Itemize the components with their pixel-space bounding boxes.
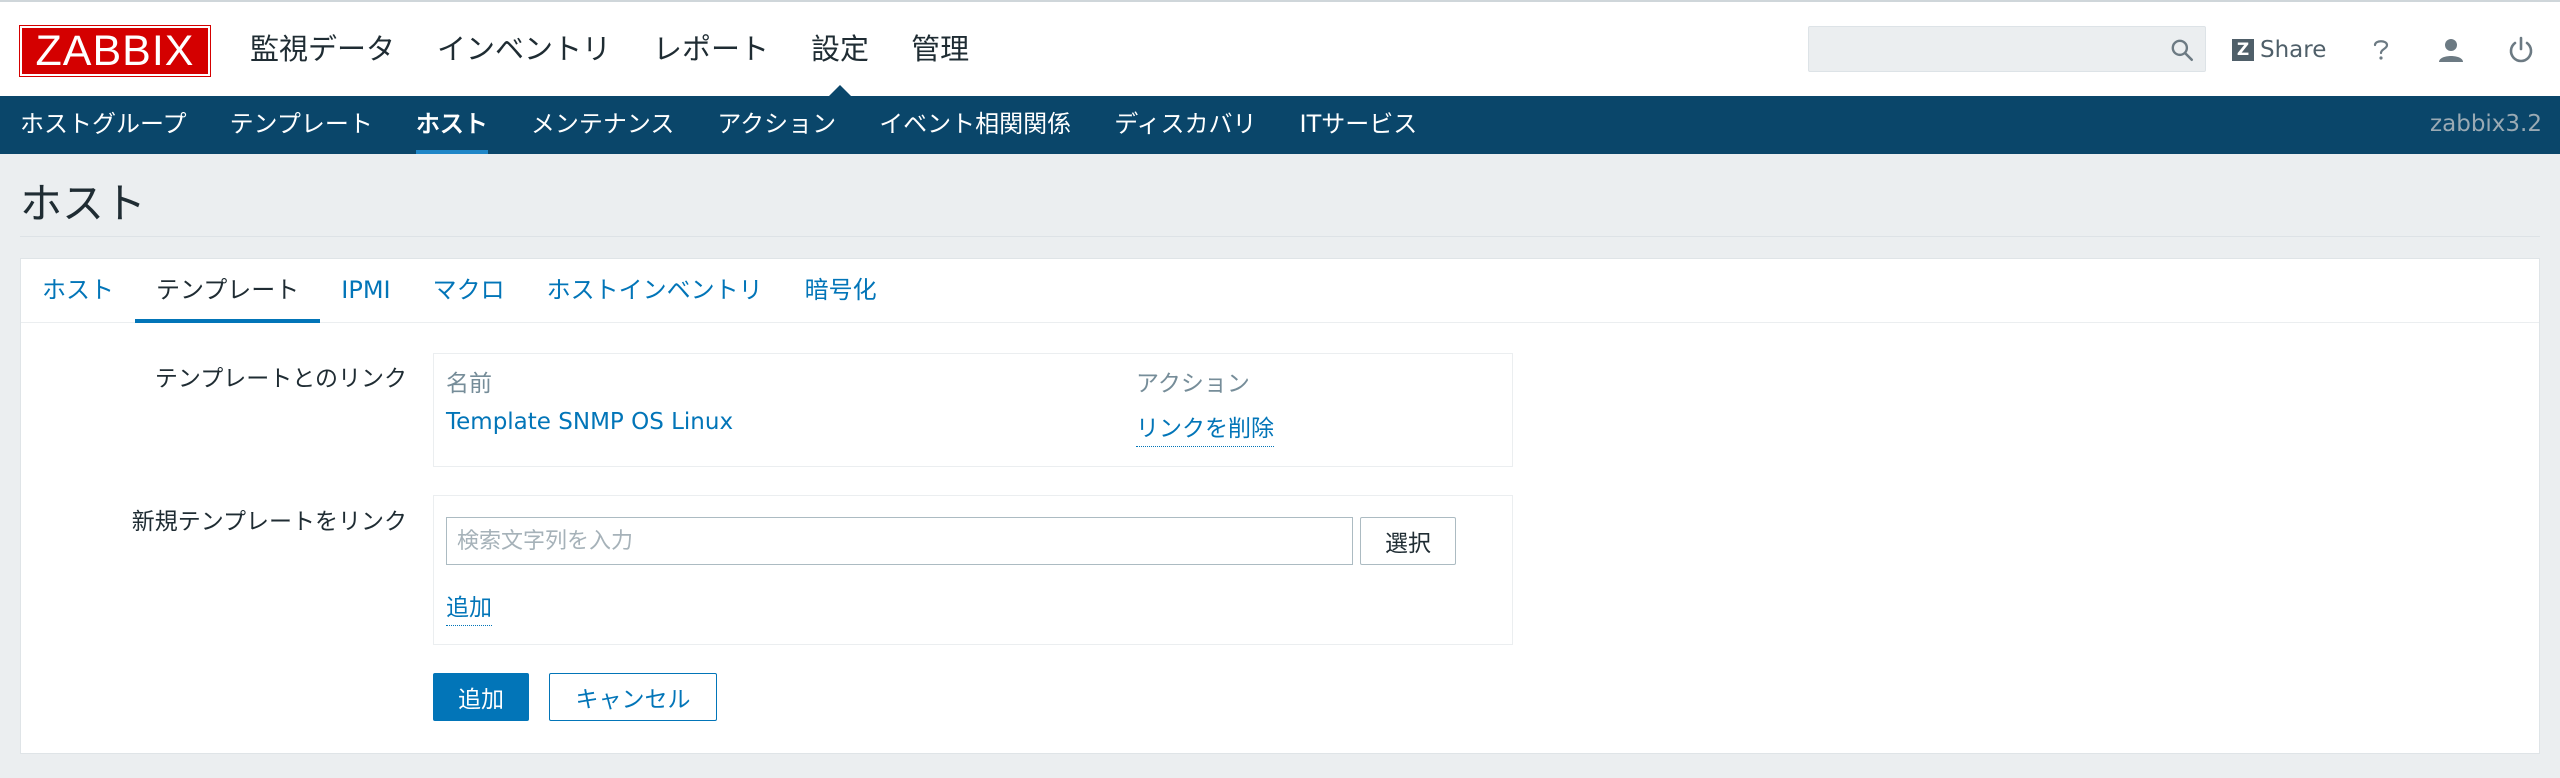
share-label: Share xyxy=(2260,37,2327,63)
main-menu-administration[interactable]: 管理 xyxy=(890,2,990,96)
submenu-event-correlation[interactable]: イベント相関関係 xyxy=(879,96,1071,154)
add-button[interactable]: 追加 xyxy=(433,673,529,721)
zabbix-logo[interactable]: ZABBIX xyxy=(19,25,211,77)
top-header: ZABBIX 監視データ インベントリ レポート 設定 管理 Z Share xyxy=(0,0,2560,98)
submenu-discovery[interactable]: ディスカバリ xyxy=(1114,96,1256,154)
main-menu-reports[interactable]: レポート xyxy=(632,2,790,96)
link-new-templates-box: 選択 追加 xyxy=(433,495,1513,645)
host-tabs: ホスト テンプレート IPMI マクロ ホストインベントリ 暗号化 xyxy=(21,259,2539,323)
page-title: ホスト xyxy=(20,179,147,228)
linked-templates-label: テンプレートとのリンク xyxy=(154,366,407,392)
select-template-button[interactable]: 選択 xyxy=(1360,517,1456,565)
tab-host-inventory[interactable]: ホストインベントリ xyxy=(526,259,784,322)
sub-menu: ホストグループ テンプレート ホスト メンテナンス アクション イベント相関関係… xyxy=(0,96,2560,154)
linked-template-name-link[interactable]: Template SNMP OS Linux xyxy=(446,409,733,435)
tab-ipmi[interactable]: IPMI xyxy=(320,259,411,322)
tab-encryption[interactable]: 暗号化 xyxy=(784,259,898,322)
submenu-maintenance[interactable]: メンテナンス xyxy=(531,96,675,154)
tab-templates[interactable]: テンプレート xyxy=(135,259,321,323)
main-menu: 監視データ インベントリ レポート 設定 管理 xyxy=(250,2,990,98)
submenu-it-services[interactable]: ITサービス xyxy=(1300,96,1418,154)
share-button[interactable]: Z Share xyxy=(2232,37,2326,63)
help-icon[interactable] xyxy=(2366,35,2396,65)
main-menu-inventory[interactable]: インベントリ xyxy=(416,2,632,96)
tab-macros[interactable]: マクロ xyxy=(412,259,526,322)
tab-host[interactable]: ホスト xyxy=(21,259,135,322)
global-search xyxy=(1808,26,2206,72)
global-search-input[interactable] xyxy=(1809,27,2149,71)
user-profile-icon[interactable] xyxy=(2436,35,2466,65)
submenu-actions[interactable]: アクション xyxy=(717,96,836,154)
power-icon[interactable] xyxy=(2506,35,2536,65)
submenu-host-groups[interactable]: ホストグループ xyxy=(20,96,187,154)
column-header-action: アクション xyxy=(1136,371,1250,397)
submenu-hosts[interactable]: ホスト xyxy=(415,96,488,154)
linked-templates-table: 名前 アクション Template SNMP OS Linux リンクを削除 xyxy=(433,353,1513,467)
title-divider xyxy=(20,236,2540,237)
column-header-name: 名前 xyxy=(446,371,492,397)
link-new-templates-label: 新規テンプレートをリンク xyxy=(131,509,407,535)
cancel-button[interactable]: キャンセル xyxy=(549,673,717,721)
main-menu-monitoring[interactable]: 監視データ xyxy=(250,2,416,96)
submenu-templates[interactable]: テンプレート xyxy=(230,96,373,154)
header-actions: Z Share xyxy=(2232,26,2560,74)
add-template-link[interactable]: 追加 xyxy=(446,588,492,626)
zabbix-share-icon: Z xyxy=(2232,39,2254,61)
logo-text: ZABBIX xyxy=(35,26,195,75)
unlink-template-link[interactable]: リンクを削除 xyxy=(1136,409,1274,447)
main-menu-configuration[interactable]: 設定 xyxy=(790,2,890,98)
server-name: zabbix3.2 xyxy=(2430,111,2542,137)
template-search-input[interactable] xyxy=(446,517,1353,565)
host-form-card: ホスト テンプレート IPMI マクロ ホストインベントリ 暗号化 テンプレート… xyxy=(20,258,2540,754)
search-icon[interactable] xyxy=(2169,37,2195,63)
